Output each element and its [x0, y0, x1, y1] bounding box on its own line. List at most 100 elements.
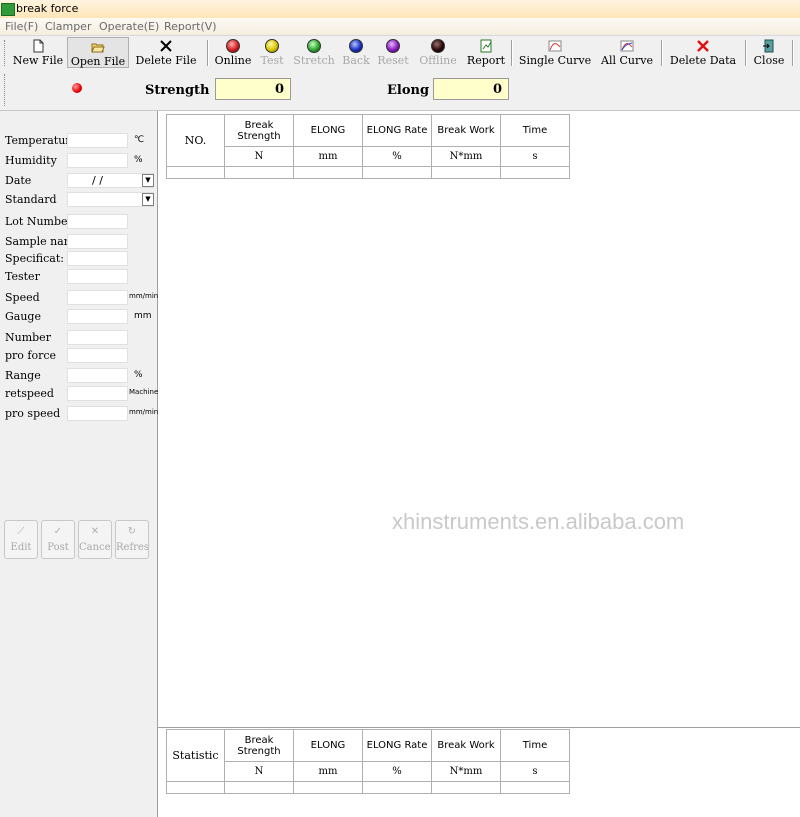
table-cell[interactable] [362, 781, 432, 794]
edit-icon: ⟋ [17, 526, 25, 537]
results-table: NO. Break Strength ELONG ELONG Rate Brea… [166, 114, 570, 179]
menu-clamper[interactable]: Clamper [45, 20, 91, 33]
delete-data-button[interactable]: Delete Data [666, 37, 740, 68]
table-cell[interactable] [224, 166, 294, 179]
post-button[interactable]: ✓ Post [41, 520, 75, 559]
specification-input[interactable] [67, 251, 128, 266]
test-button[interactable]: Test [256, 37, 288, 68]
delete-file-button[interactable]: Delete File [131, 37, 201, 68]
table-cell[interactable] [362, 166, 432, 179]
table-cell[interactable] [224, 781, 294, 794]
blue-circle-icon [349, 39, 363, 53]
all-curve-button[interactable]: All Curve [597, 37, 657, 68]
strength-label: Strength [145, 83, 210, 98]
table-cell[interactable] [431, 166, 501, 179]
lot-number-input[interactable] [67, 214, 128, 229]
retspeed-input[interactable] [67, 386, 128, 401]
unit-cell: mm [293, 761, 363, 782]
check-icon: ✓ [53, 526, 63, 537]
red-x-icon [697, 40, 709, 52]
chevron-down-icon[interactable]: ▼ [142, 193, 154, 206]
table-cell[interactable] [166, 781, 225, 794]
menu-file[interactable]: File(F) [5, 20, 38, 33]
report-button[interactable]: Report [464, 37, 508, 68]
sample-info-panel: Temperature ℃ Humidity % Date / / ▼ Stan… [0, 111, 158, 817]
toolbar: New File Open File Delete File Online Te… [0, 35, 800, 71]
sample-name-input[interactable] [67, 234, 128, 249]
cancel-button[interactable]: ✕ Cancel [78, 520, 112, 559]
unit-cell: mm [293, 146, 363, 167]
refresh-button[interactable]: ↻ Refresh [115, 520, 149, 559]
column-header[interactable]: Time [500, 729, 570, 762]
single-curve-icon [548, 40, 562, 52]
column-header[interactable]: ELONG [293, 114, 363, 147]
readout-bar: Strength 0 Elong 0 [0, 70, 800, 111]
speed-row: Speed mm/min [5, 290, 159, 305]
column-header[interactable]: Break Strength [224, 114, 294, 147]
pro-force-input[interactable] [67, 348, 128, 363]
toolbar-separator [661, 40, 663, 66]
retspeed-row: retspeed Machine [5, 386, 159, 401]
offline-button[interactable]: Offline [414, 37, 462, 68]
humidity-input[interactable] [67, 153, 128, 168]
gauge-row: Gauge mm [5, 309, 152, 324]
readout-grip[interactable] [4, 74, 5, 106]
column-header[interactable]: Break Work [431, 729, 501, 762]
range-input[interactable] [67, 368, 128, 383]
stretch-button[interactable]: Stretch [290, 37, 338, 68]
column-header-no[interactable]: NO. [166, 114, 225, 167]
temperature-input[interactable] [67, 133, 128, 148]
menu-operate[interactable]: Operate(E) [99, 20, 159, 33]
table-cell[interactable] [293, 166, 363, 179]
table-cell[interactable] [293, 781, 363, 794]
unit-cell: % [362, 146, 432, 167]
table-cell[interactable] [166, 166, 225, 179]
temperature-row: Temperature ℃ [5, 133, 145, 148]
open-file-button[interactable]: Open File [67, 37, 129, 68]
single-curve-button[interactable]: Single Curve [516, 37, 594, 68]
close-button[interactable]: Close [750, 37, 788, 68]
column-header[interactable]: ELONG Rate [362, 729, 432, 762]
column-header[interactable]: ELONG Rate [362, 114, 432, 147]
toolbar-separator [792, 40, 794, 66]
open-folder-icon [91, 43, 105, 53]
new-file-button[interactable]: New File [11, 37, 65, 68]
unit-cell: % [362, 761, 432, 782]
pro-speed-input[interactable] [67, 406, 128, 421]
online-button[interactable]: Online [212, 37, 254, 68]
edit-button[interactable]: ⟋ Edit [4, 520, 38, 559]
number-row: Number [0, 329, 157, 347]
number-input[interactable] [67, 330, 128, 345]
column-header[interactable]: ELONG [293, 729, 363, 762]
x-icon [160, 40, 172, 52]
date-row: Date / / ▼ [0, 172, 157, 190]
unit-cell: N [224, 146, 294, 167]
column-header-statistic[interactable]: Statistic [166, 729, 225, 782]
reset-button[interactable]: Reset [374, 37, 412, 68]
back-button[interactable]: Back [340, 37, 372, 68]
menu-bar: File(F) Clamper Operate(E) Report(V) [0, 18, 800, 35]
date-picker[interactable] [67, 173, 154, 188]
column-header[interactable]: Time [500, 114, 570, 147]
table-cell[interactable] [500, 166, 570, 179]
unit-cell: s [500, 761, 570, 782]
toolbar-grip[interactable] [4, 40, 8, 66]
column-header[interactable]: Break Work [431, 114, 501, 147]
menu-report[interactable]: Report(V) [164, 20, 217, 33]
strength-value: 0 [215, 78, 291, 100]
elong-label: Elong [387, 83, 430, 98]
table-row[interactable] [166, 166, 570, 179]
speed-input[interactable] [67, 290, 128, 305]
splitter[interactable] [158, 727, 800, 728]
window-title: break force [16, 2, 79, 15]
table-row[interactable] [166, 781, 570, 794]
table-cell[interactable] [431, 781, 501, 794]
standard-select[interactable] [67, 192, 154, 207]
table-cell[interactable] [500, 781, 570, 794]
chevron-down-icon[interactable]: ▼ [142, 174, 154, 187]
tester-input[interactable] [67, 269, 128, 284]
gauge-input[interactable] [67, 309, 128, 324]
lot-number-row: Lot Number [0, 213, 157, 231]
column-header[interactable]: Break Strength [224, 729, 294, 762]
data-grid-area: NO. Break Strength ELONG ELONG Rate Brea… [158, 111, 800, 817]
